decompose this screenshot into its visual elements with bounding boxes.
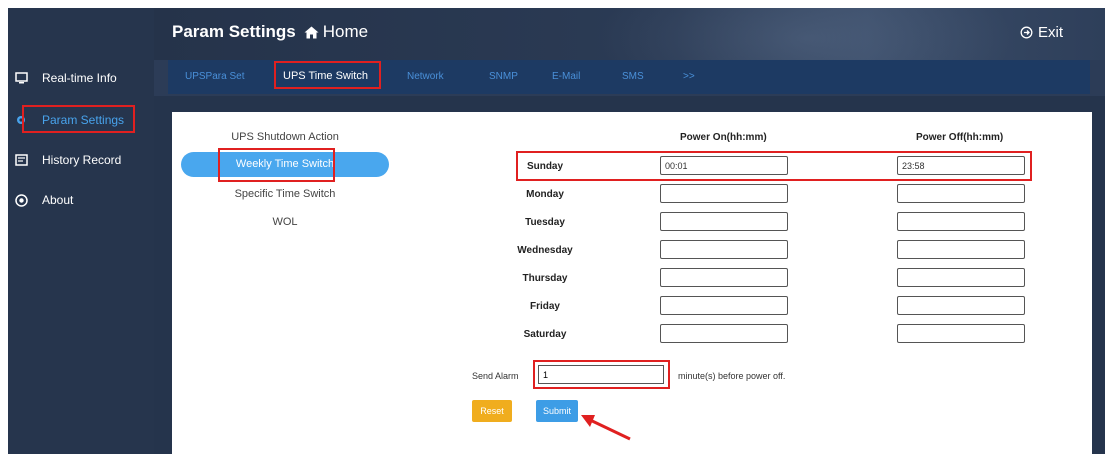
tuesday-power-off-input[interactable] [897, 212, 1025, 231]
menu-specific-time-switch[interactable]: Specific Time Switch [175, 188, 395, 200]
day-label-sunday: Sunday [526, 161, 564, 172]
sidebar-item-about[interactable]: About [14, 186, 73, 214]
tab-email[interactable]: E-Mail [552, 71, 580, 82]
sidebar-item-realtime-info[interactable]: Real-time Info [14, 64, 117, 92]
menu-ups-shutdown-action[interactable]: UPS Shutdown Action [175, 131, 395, 143]
top-header: Param Settings Home Exit [154, 8, 1105, 60]
exit-button[interactable]: Exit [1020, 24, 1063, 41]
tab-upspara-set[interactable]: UPSPara Set [185, 71, 244, 82]
sidebar-item-label: History Record [42, 153, 122, 167]
friday-power-on-input[interactable] [660, 296, 788, 315]
tab-snmp[interactable]: SNMP [489, 71, 518, 82]
monday-power-off-input[interactable] [897, 184, 1025, 203]
wednesday-power-on-input[interactable] [660, 240, 788, 259]
title-text: Param Settings [172, 22, 296, 41]
sidebar-item-history-record[interactable]: History Record [14, 146, 121, 174]
power-on-header: Power On(hh:mm) [680, 132, 767, 143]
home-icon [304, 26, 319, 38]
tab-ups-time-switch[interactable]: UPS Time Switch [283, 70, 368, 82]
thursday-power-on-input[interactable] [660, 268, 788, 287]
submit-button[interactable]: Submit [536, 400, 578, 422]
header-decoration [595, 8, 1015, 60]
home-label: Home [322, 22, 369, 41]
reset-button[interactable]: Reset [472, 400, 512, 422]
tab-network[interactable]: Network [407, 71, 444, 82]
menu-weekly-time-switch[interactable]: Weekly Time Switch [181, 152, 389, 177]
day-label-thursday: Thursday [522, 273, 568, 284]
sunday-power-on-input[interactable] [660, 156, 788, 175]
monday-power-on-input[interactable] [660, 184, 788, 203]
alarm-unit-label: minute(s) before power off. [678, 371, 786, 381]
wednesday-power-off-input[interactable] [897, 240, 1025, 259]
home-link[interactable]: Home [304, 22, 368, 42]
arrow-annotation-icon [581, 415, 631, 441]
day-label-tuesday: Tuesday [525, 217, 565, 228]
friday-power-off-input[interactable] [897, 296, 1025, 315]
sidebar-item-label: Real-time Info [42, 71, 117, 85]
page-title: Param Settings Home [172, 22, 368, 42]
sidebar-item-param-settings[interactable]: Param Settings [14, 106, 124, 134]
exit-icon [1020, 26, 1033, 39]
sidebar-item-label: Param Settings [42, 113, 125, 127]
day-label-saturday: Saturday [523, 329, 567, 340]
sidebar-item-label: About [42, 193, 74, 207]
saturday-power-off-input[interactable] [897, 324, 1025, 343]
tab-sms[interactable]: SMS [622, 71, 644, 82]
menu-label: Weekly Time Switch [235, 158, 335, 170]
exit-label: Exit [1037, 24, 1063, 41]
menu-wol[interactable]: WOL [175, 216, 395, 228]
day-label-wednesday: Wednesday [517, 245, 573, 256]
history-icon [14, 153, 28, 167]
monitor-icon [14, 71, 28, 85]
send-alarm-label: Send Alarm [472, 371, 519, 381]
power-off-header: Power Off(hh:mm) [916, 132, 1004, 143]
tab-more[interactable]: >> [683, 71, 695, 82]
tuesday-power-on-input[interactable] [660, 212, 788, 231]
info-circle-icon [14, 193, 28, 207]
thursday-power-off-input[interactable] [897, 268, 1025, 287]
send-alarm-input[interactable] [538, 365, 664, 384]
day-label-friday: Friday [529, 301, 560, 312]
sunday-power-off-input[interactable] [897, 156, 1025, 175]
saturday-power-on-input[interactable] [660, 324, 788, 343]
day-label-monday: Monday [526, 189, 564, 200]
gear-icon [14, 113, 28, 127]
